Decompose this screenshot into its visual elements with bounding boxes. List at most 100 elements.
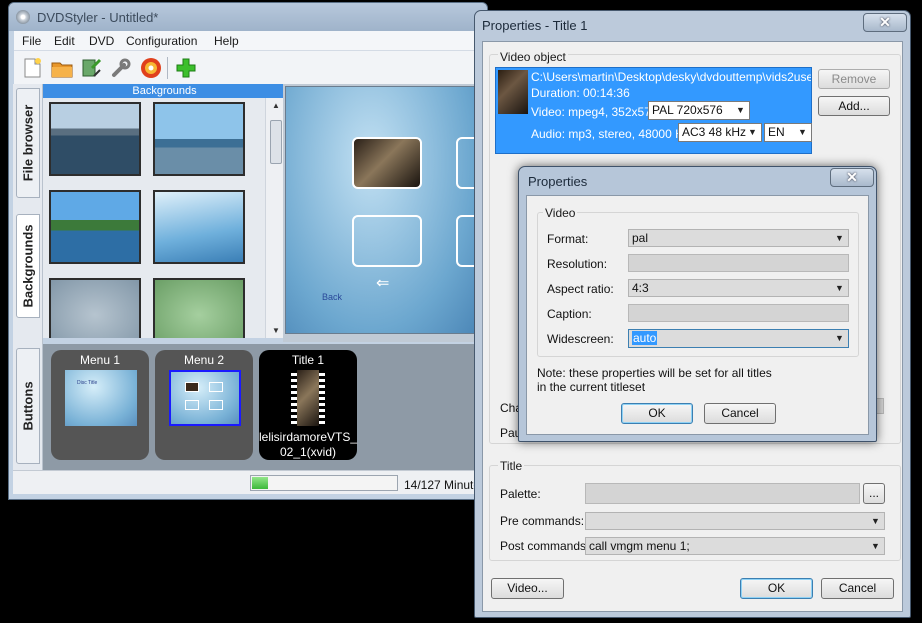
palette-browse-button[interactable]: ... (863, 483, 885, 504)
tab-buttons-label: Buttons (20, 381, 36, 431)
menu-card-label: Menu 1 (79, 353, 121, 367)
audio-format-select[interactable]: AC3 48 kHz ▼ (678, 123, 762, 142)
title-card-1[interactable]: Title 1 lelisirdamoreVTS_ 02_1(xvid) (259, 350, 357, 460)
menu-help[interactable]: Help (214, 34, 239, 48)
video-format-select[interactable]: PAL 720x576 ▼ (648, 101, 750, 120)
scroll-down-icon[interactable]: ▼ (272, 326, 280, 335)
background-thumb[interactable] (49, 190, 141, 264)
background-thumb[interactable] (153, 102, 245, 176)
close-icon[interactable]: ✕ (863, 13, 907, 32)
post-commands-value: call vmgm menu 1; (589, 539, 690, 553)
chevron-down-icon: ▼ (871, 516, 880, 526)
menu-card-label: Menu 2 (183, 353, 225, 367)
video-info: Video: mpeg4, 352x576 (531, 105, 658, 119)
video-duration: Duration: 00:14:36 (531, 86, 630, 100)
widescreen-value: auto (632, 331, 658, 345)
main-window-title: DVDStyler - Untitled* (37, 10, 159, 25)
aspect-ratio-select[interactable]: 4:3 ▼ (628, 279, 849, 297)
scroll-thumb[interactable] (270, 120, 282, 164)
format-value: pal (632, 231, 649, 245)
chevron-down-icon: ▼ (835, 283, 844, 293)
background-thumb[interactable] (49, 278, 141, 338)
title-card-filename-1: lelisirdamoreVTS_ (259, 430, 358, 444)
menu-edit[interactable]: Edit (54, 34, 75, 48)
ok-button[interactable]: OK (740, 578, 813, 599)
settings-icon[interactable] (109, 56, 133, 80)
video-format-value: PAL 720x576 (652, 103, 723, 117)
note-line-1: Note: these properties will be set for a… (537, 366, 772, 380)
video-button[interactable]: Video... (491, 578, 564, 599)
video-properties-title: Properties (528, 174, 588, 189)
tab-backgrounds[interactable]: Backgrounds (16, 214, 40, 318)
menu-button-frame[interactable] (352, 215, 422, 267)
side-tab-strip: File browser Backgrounds Buttons (13, 84, 43, 470)
audio-format-value: AC3 48 kHz (682, 125, 747, 139)
background-thumb[interactable] (153, 278, 245, 338)
audio-language-select[interactable]: EN ▼ (764, 123, 812, 142)
properties-ok-button[interactable]: OK (621, 403, 693, 424)
resolution-field[interactable] (628, 254, 849, 272)
cancel-button[interactable]: Cancel (821, 578, 894, 599)
menu-card-preview (169, 370, 241, 426)
video-thumbnail (498, 70, 528, 114)
toolbar-separator (167, 57, 168, 79)
audio-info: Audio: mp3, stereo, 48000 Hz (531, 127, 690, 141)
format-label: Format: (547, 232, 589, 246)
main-title-bar[interactable]: DVDStyler - Untitled* (9, 3, 487, 31)
palette-field[interactable] (585, 483, 860, 504)
menu-card-preview: Disc Title (65, 370, 137, 426)
aspect-ratio-value: 4:3 (632, 281, 649, 295)
burn-icon[interactable] (139, 56, 163, 80)
video-settings-label: Video (543, 206, 578, 220)
add-button[interactable]: Add... (818, 96, 890, 116)
title-properties-titlebar[interactable]: Properties - Title 1 (475, 11, 910, 39)
menu-card-2[interactable]: Menu 2 (155, 350, 253, 460)
title-card-label: Title 1 (291, 353, 325, 367)
save-icon[interactable] (80, 56, 104, 80)
film-strip-icon (291, 370, 325, 426)
remove-button[interactable]: Remove (818, 69, 890, 89)
caption-label: Caption: (547, 307, 592, 321)
menu-preview-canvas[interactable]: ⇐ Back (285, 86, 486, 334)
chevron-down-icon: ▼ (871, 541, 880, 551)
dvd-app-icon (16, 10, 30, 24)
menu-card-1[interactable]: Menu 1 Disc Title (51, 350, 149, 460)
menu-configuration[interactable]: Configuration (126, 34, 197, 48)
backgrounds-panel (43, 98, 265, 338)
close-icon[interactable]: ✕ (830, 168, 874, 187)
video-object-label: Video object (498, 50, 568, 64)
chevron-down-icon: ▼ (748, 127, 757, 137)
menu-button-thumbnail[interactable] (352, 137, 422, 189)
widescreen-select[interactable]: auto ▼ (628, 329, 849, 348)
back-button-label[interactable]: Back (322, 292, 342, 302)
background-thumb[interactable] (49, 102, 141, 176)
open-icon[interactable] (50, 56, 74, 80)
scroll-up-icon[interactable]: ▲ (272, 101, 280, 110)
post-commands-label: Post commands: (500, 539, 590, 553)
note-line-2: in the current titleset (537, 380, 646, 394)
new-icon[interactable] (20, 56, 44, 80)
pre-commands-select[interactable]: ▼ (585, 512, 885, 530)
background-thumb[interactable] (153, 190, 245, 264)
arrow-left-icon[interactable]: ⇐ (376, 273, 389, 293)
title-group-label: Title (498, 459, 525, 473)
tab-buttons[interactable]: Buttons (16, 348, 40, 464)
disc-usage-progress (250, 475, 398, 491)
resolution-label: Resolution: (547, 257, 608, 271)
disc-usage-fill (252, 477, 269, 489)
chevron-down-icon: ▼ (798, 127, 807, 137)
menu-dvd[interactable]: DVD (89, 34, 114, 48)
main-toolbar (14, 51, 482, 85)
menu-file[interactable]: File (22, 34, 41, 48)
caption-field[interactable] (628, 304, 849, 322)
add-icon[interactable] (174, 56, 198, 80)
pre-commands-label: Pre commands: (500, 514, 585, 528)
main-menu-bar: File Edit DVD Configuration Help (14, 31, 482, 51)
chevron-down-icon: ▼ (835, 333, 844, 343)
post-commands-select[interactable]: call vmgm menu 1; ▼ (585, 537, 885, 555)
format-select[interactable]: pal ▼ (628, 229, 849, 247)
aspect-ratio-label: Aspect ratio: (547, 282, 614, 296)
properties-cancel-button[interactable]: Cancel (704, 403, 776, 424)
backgrounds-header: Backgrounds (43, 84, 286, 98)
tab-file-browser[interactable]: File browser (16, 88, 40, 198)
